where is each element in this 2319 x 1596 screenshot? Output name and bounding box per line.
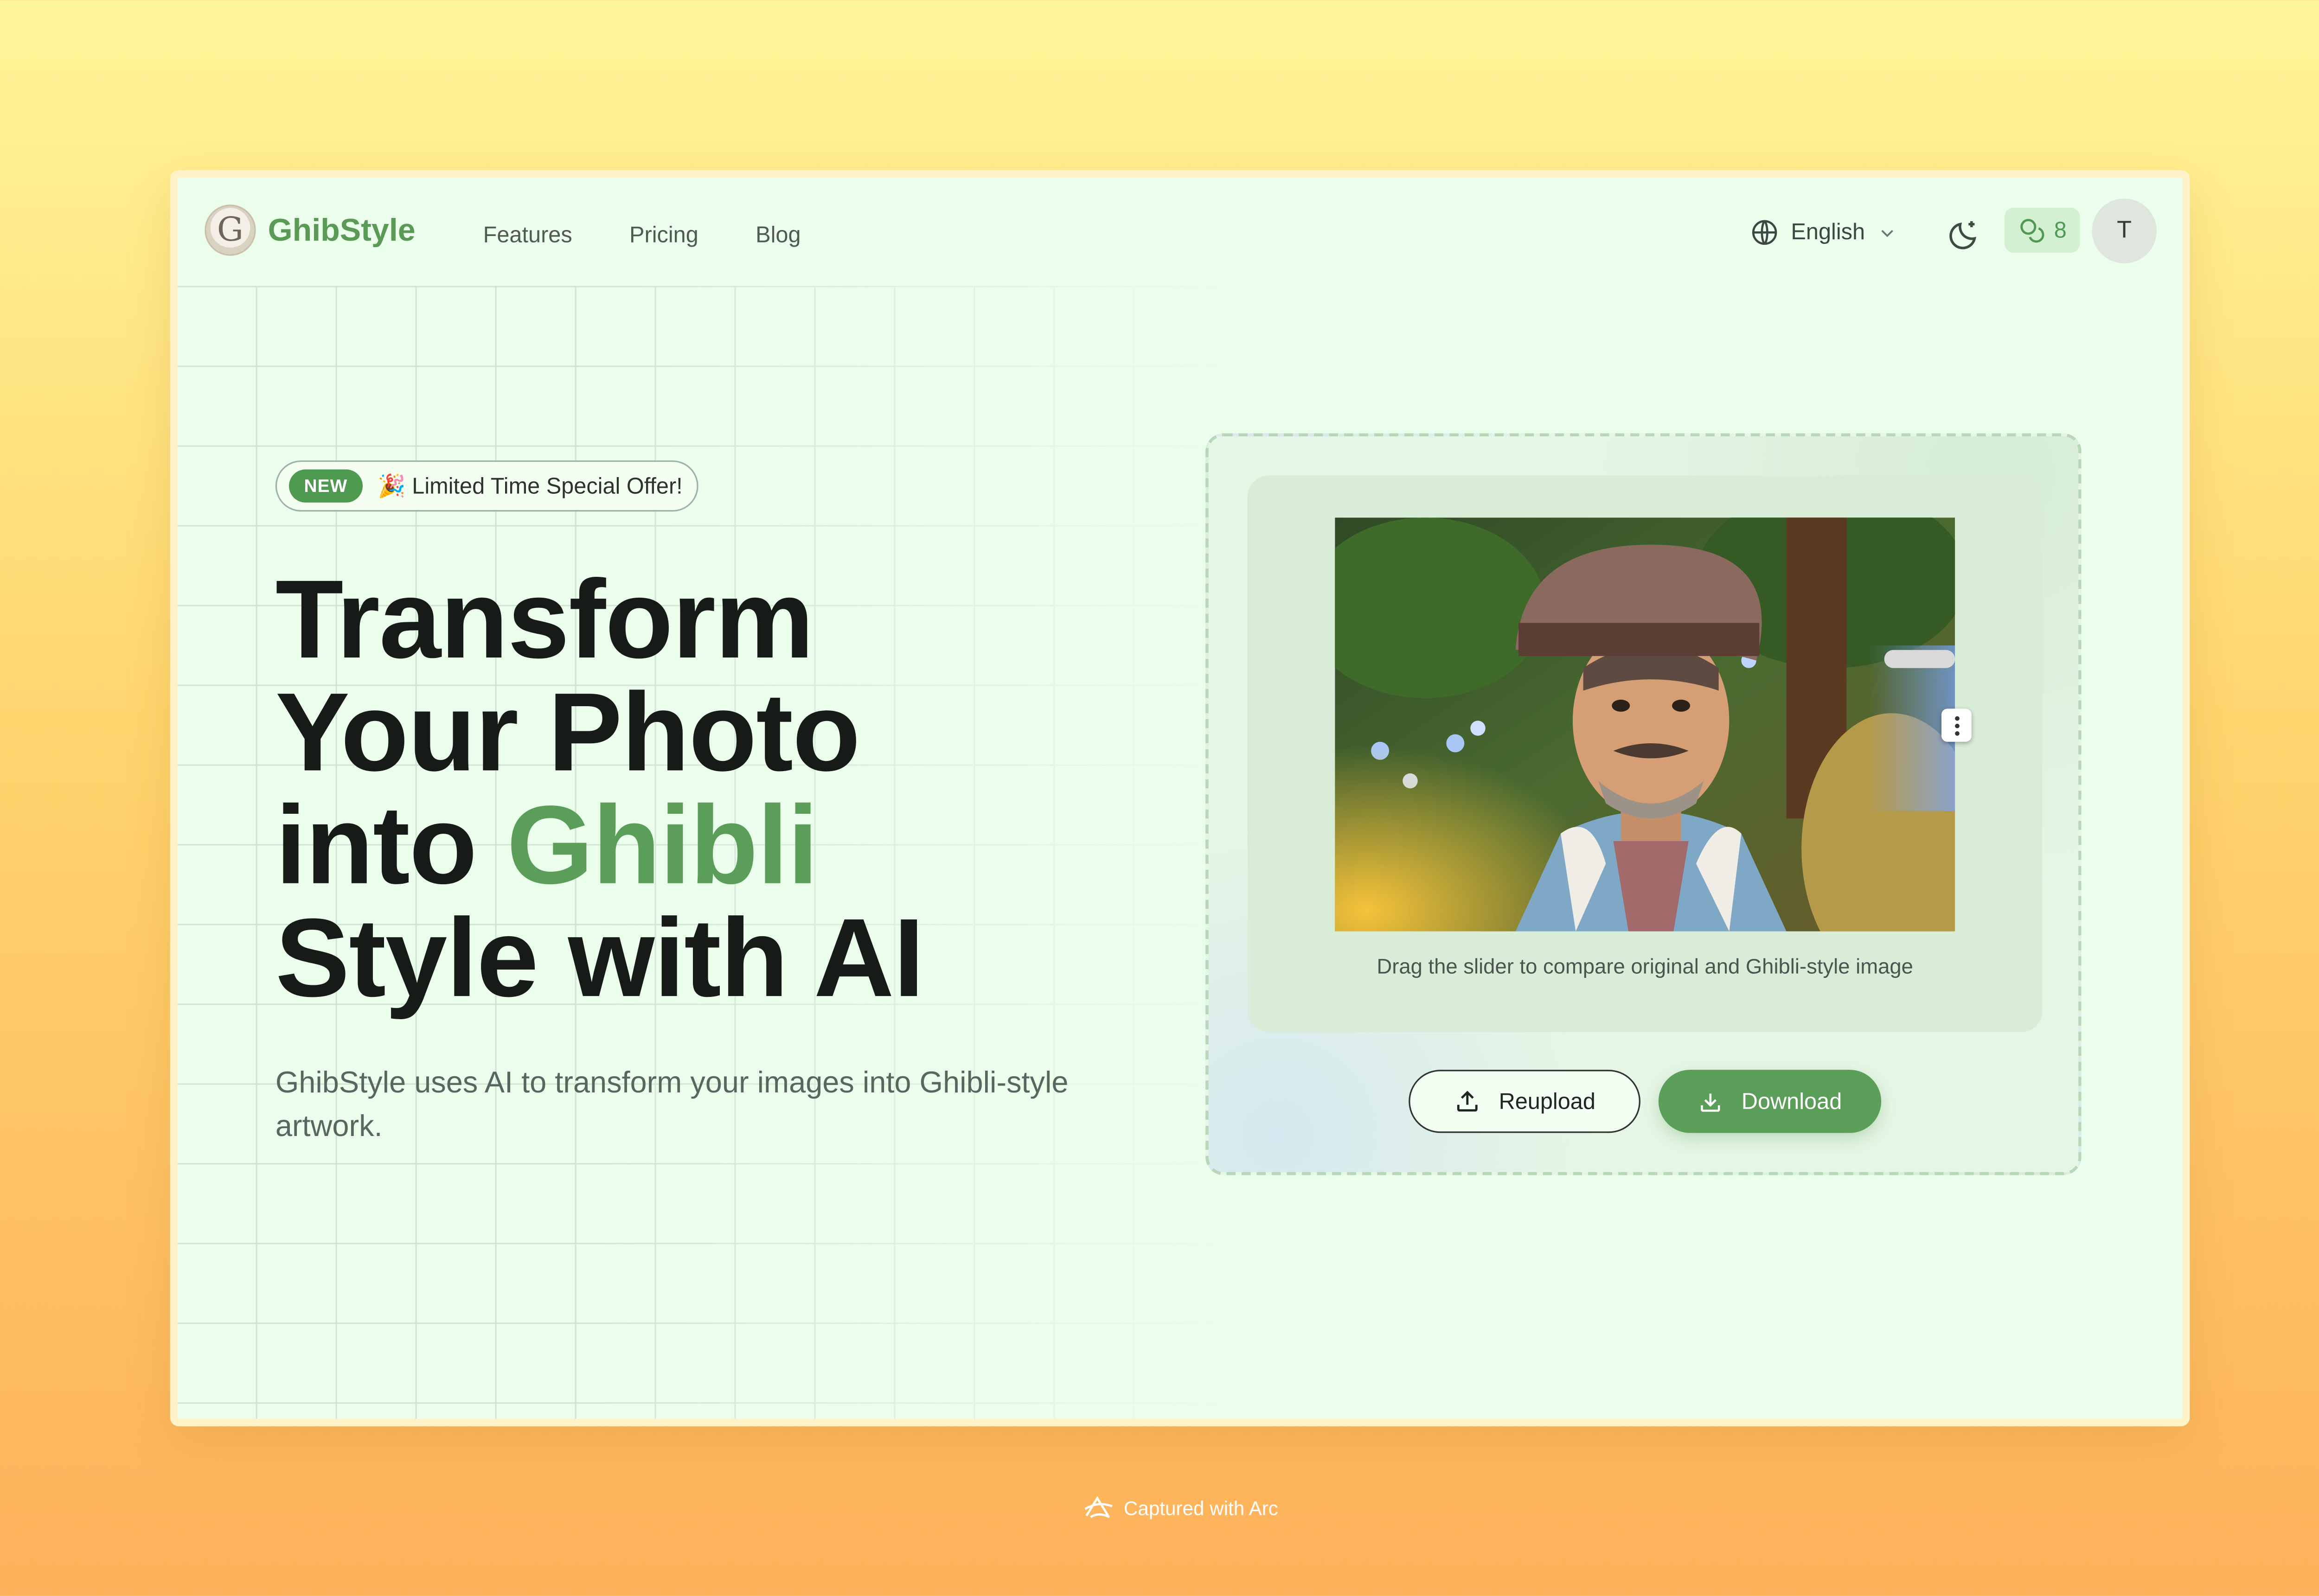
coins-icon xyxy=(2020,219,2044,243)
hero-subtitle: GhibStyle uses AI to transform your imag… xyxy=(275,1066,1069,1144)
nav-pricing[interactable]: Pricing xyxy=(629,223,698,248)
headline-line-1: Transform xyxy=(275,556,814,682)
capture-text: Captured with Arc xyxy=(1123,1496,1278,1519)
capture-footer: Captured with Arc xyxy=(0,1494,2319,1521)
download-button[interactable]: Download xyxy=(1658,1070,1882,1133)
hero-headline: Transform Your Photo into Ghibli Style w… xyxy=(275,563,924,1014)
compare-slider-handle[interactable] xyxy=(1941,709,1972,742)
promo-badge: NEW 🎉 Limited Time Special Offer! xyxy=(275,460,698,512)
image-compare-frame: Drag the slider to compare original and … xyxy=(1248,475,2043,1033)
browser-window: G GhibStyle Features Pricing Blog Englis… xyxy=(170,170,2190,1427)
nav-blog[interactable]: Blog xyxy=(756,223,801,248)
headline-line-3: into Ghibli xyxy=(275,788,924,901)
compare-caption: Drag the slider to compare original and … xyxy=(1377,954,1913,978)
avatar-initial: T xyxy=(2117,217,2132,243)
arc-logo-icon xyxy=(1084,1496,1112,1518)
brand-name[interactable]: GhibStyle xyxy=(268,214,416,250)
user-avatar[interactable]: T xyxy=(2092,198,2157,263)
logo-glyph: G xyxy=(217,211,243,249)
download-icon xyxy=(1701,1092,1720,1111)
credits-count: 8 xyxy=(2054,217,2067,243)
dark-mode-toggle-icon[interactable] xyxy=(1946,217,1982,253)
reupload-button[interactable]: Reupload xyxy=(1409,1070,1640,1133)
globe-icon xyxy=(1752,220,1777,245)
language-label: English xyxy=(1791,219,1865,245)
main-nav: Features Pricing Blog xyxy=(483,223,801,248)
download-label: Download xyxy=(1741,1088,1842,1114)
upload-icon xyxy=(1457,1091,1478,1112)
headline-into: into xyxy=(275,782,477,907)
chevron-down-icon xyxy=(1882,229,1894,236)
nav-features[interactable]: Features xyxy=(483,223,572,248)
credits-badge[interactable]: 8 xyxy=(2005,207,2080,253)
new-tag: NEW xyxy=(289,469,363,503)
language-selector[interactable]: English xyxy=(1750,218,1898,247)
offer-text: 🎉 Limited Time Special Offer! xyxy=(378,474,683,500)
headline-ghibli: Ghibli xyxy=(506,782,818,907)
headline-line-4: Style with AI xyxy=(275,895,924,1021)
brand-logo-icon[interactable]: G xyxy=(205,204,256,256)
ghibli-portrait-image[interactable] xyxy=(1335,517,1955,932)
headline-line-2: Your Photo xyxy=(275,669,860,795)
demo-card: Drag the slider to compare original and … xyxy=(1205,433,2082,1175)
reupload-label: Reupload xyxy=(1499,1088,1595,1114)
